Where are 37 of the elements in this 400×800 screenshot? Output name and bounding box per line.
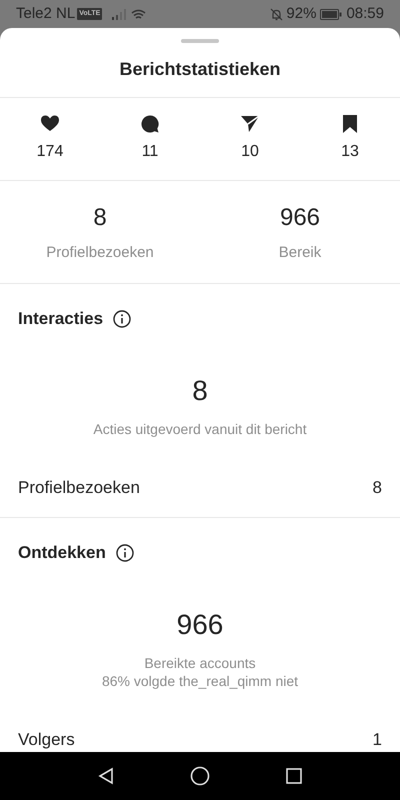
stat-count: 174 [36, 142, 64, 162]
battery-percent: 92% [286, 4, 316, 24]
back-icon[interactable] [97, 767, 116, 785]
metric-value: 8 [93, 202, 107, 233]
bookmark-icon [340, 114, 360, 134]
sheet-title: Berichtstatistieken [119, 58, 281, 82]
section-title: Interacties [18, 308, 104, 330]
big-number: 966 [176, 608, 224, 642]
battery-icon [320, 8, 342, 20]
drag-handle[interactable] [181, 39, 219, 43]
caption: 86% volgde the_real_qimm niet [102, 672, 298, 690]
recents-icon[interactable] [284, 767, 303, 785]
stat-count: 13 [341, 142, 359, 162]
speech-bubble-icon [140, 114, 160, 134]
muted-bell-icon [270, 8, 284, 20]
metric-label: Profielbezoeken [46, 242, 154, 263]
big-number: 8 [192, 374, 208, 408]
caption: Acties uitgevoerd vanuit dit bericht [93, 420, 307, 438]
wifi-icon [131, 8, 146, 20]
clock: 08:59 [346, 4, 384, 24]
metric-label: Bereik [278, 242, 322, 263]
row-label: Volgers [18, 728, 75, 750]
signal-icon [112, 8, 126, 20]
section-title: Ontdekken [18, 542, 106, 564]
row-value: 8 [372, 476, 382, 498]
caption: Bereikte accounts [144, 654, 256, 672]
stat-count: 11 [142, 142, 158, 162]
carrier-name: Tele2 NL [16, 4, 76, 24]
stat-count: 10 [241, 142, 259, 162]
info-icon[interactable] [116, 544, 134, 562]
row-label: Profielbezoeken [18, 476, 140, 498]
metric-value: 966 [280, 202, 320, 233]
info-icon[interactable] [113, 310, 132, 328]
heart-icon [40, 114, 60, 134]
paper-plane-icon [240, 114, 260, 134]
home-icon[interactable] [190, 766, 210, 786]
row-value: 1 [372, 728, 382, 750]
